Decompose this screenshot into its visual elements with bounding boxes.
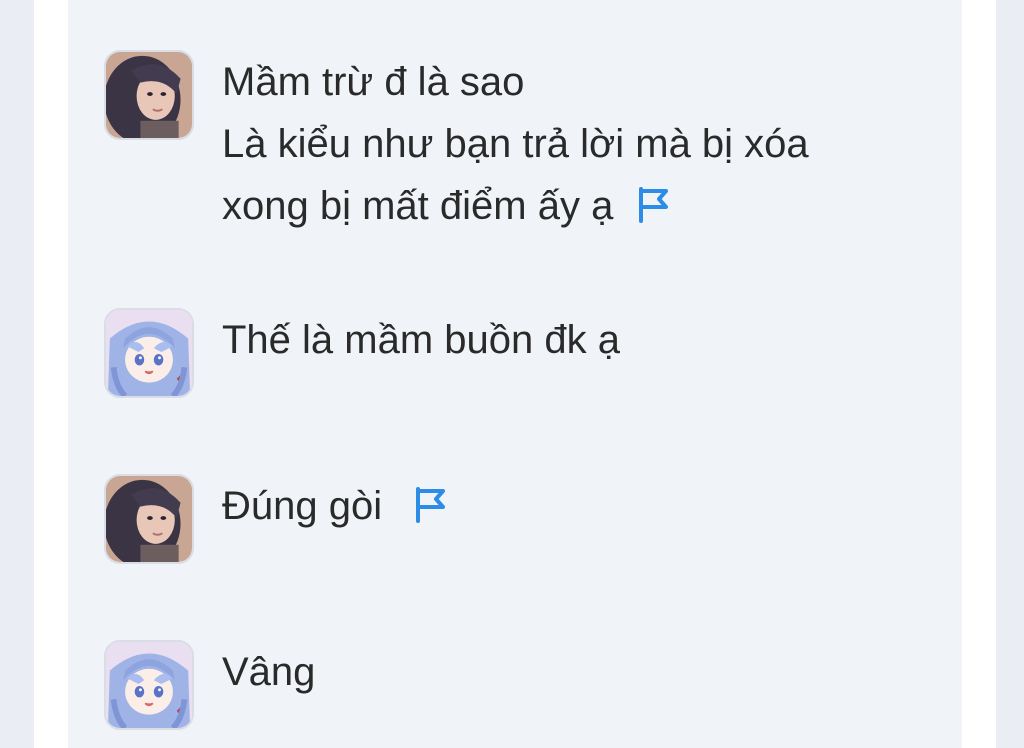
avatar[interactable]: [104, 308, 194, 398]
comment-line: Vâng: [222, 650, 316, 694]
comment-item: Vâng: [104, 640, 902, 730]
anime-girl-avatar-icon: [106, 310, 192, 396]
comment-line: Là kiểu như bạn trả lời mà bị xóa: [222, 122, 809, 166]
comment-text: Vâng: [222, 641, 902, 703]
comment-text: Đúng gòi: [222, 475, 902, 537]
comment-line-text: xong bị mất điểm ấy ạ: [222, 184, 614, 228]
comment-text: Thế là mầm buồn đk ạ: [222, 309, 902, 371]
comment-item: Đúng gòi: [104, 474, 902, 564]
anime-girl-avatar-icon: [106, 642, 192, 728]
comment-line-text: Đúng gòi: [222, 484, 383, 528]
girl-photo-avatar-icon: [106, 476, 192, 562]
comment-line: xong bị mất điểm ấy ạ: [222, 175, 902, 237]
avatar[interactable]: [104, 640, 194, 730]
girl-photo-avatar-icon: [106, 52, 192, 138]
avatar[interactable]: [104, 50, 194, 140]
comment-text: Mầm trừ đ là sao Là kiểu như bạn trả lời…: [222, 51, 902, 237]
flag-icon[interactable]: [412, 481, 448, 523]
comment-item: Mầm trừ đ là sao Là kiểu như bạn trả lời…: [104, 50, 902, 237]
comment-line: Mầm trừ đ là sao: [222, 60, 525, 104]
flag-icon[interactable]: [635, 181, 671, 223]
comment-line: Đúng gòi: [222, 475, 902, 537]
comment-line: Thế là mầm buồn đk ạ: [222, 318, 620, 362]
comment-item: Thế là mầm buồn đk ạ: [104, 308, 902, 398]
avatar[interactable]: [104, 474, 194, 564]
